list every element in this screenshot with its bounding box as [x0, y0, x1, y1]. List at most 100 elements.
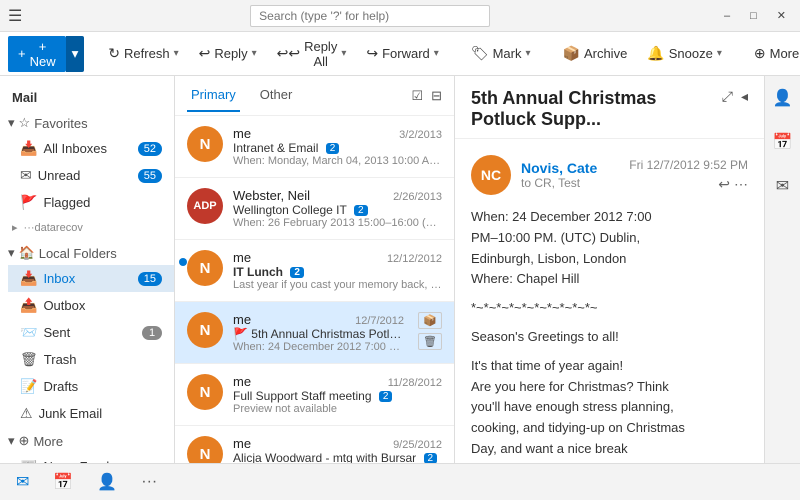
sidebar-item-drafts[interactable]: 📝 Drafts	[8, 373, 174, 400]
reply-quick-icon[interactable]: ↩	[718, 176, 730, 193]
sidebar-item-trash[interactable]: 🗑 Trash	[8, 346, 174, 373]
more-quick-icon[interactable]: ⋯	[734, 176, 748, 193]
sidebar-item-unread[interactable]: ✉ Unread 55	[8, 162, 174, 189]
snooze-button[interactable]: 🔔 Snooze ▾	[639, 36, 730, 72]
mark-button[interactable]: 🏷 Mark ▾	[463, 36, 539, 72]
reply-all-button[interactable]: ↩↩ Reply All ▾	[269, 36, 355, 72]
email-content: me 11/28/2012 Full Support Staff meeting…	[233, 374, 442, 415]
popout-icon[interactable]: ⤢	[722, 88, 733, 105]
sender-avatar: NC	[471, 155, 511, 195]
chevron-right-icon: ▸	[12, 221, 18, 234]
nav-people-icon[interactable]: 👤	[89, 468, 125, 496]
email-content: me 12/12/2012 IT Lunch 2 Last year if yo…	[233, 250, 442, 291]
select-all-icon[interactable]: ☑	[411, 88, 423, 104]
email-delete-button[interactable]: 🗑	[418, 333, 442, 350]
email-item[interactable]: N me 12/12/2012 IT Lunch 2 Last year if …	[175, 240, 454, 302]
title-bar: ☰ – □ ✕	[0, 0, 800, 32]
email-content: me 12/7/2012 🚩 5th Annual Christmas Potl…	[233, 312, 404, 353]
archive-button[interactable]: 📦 Archive	[555, 36, 636, 72]
main-layout: Mail ▾ ☆ Favorites 📥 All Inboxes 52 ✉ Un…	[0, 76, 800, 463]
email-count-badge: 2	[379, 391, 393, 402]
chevron-down-icon: ▾	[8, 245, 15, 261]
all-inboxes-label: All Inboxes	[43, 141, 107, 156]
hamburger-icon[interactable]: ☰	[8, 6, 22, 26]
email-quick-actions: ↩ ⋯	[718, 176, 748, 193]
trash-label: Trash	[44, 352, 77, 367]
sidebar-item-flagged[interactable]: 🚩 Flagged	[8, 189, 174, 216]
calendar-sidebar-icon[interactable]: 📅	[769, 128, 797, 156]
email-date: 11/28/2012	[388, 377, 442, 389]
inbox-badge: 15	[138, 272, 162, 286]
sidebar-item-junk[interactable]: ⚠ Junk Email	[8, 400, 174, 427]
email-top: me 9/25/2012	[233, 436, 442, 451]
email-item[interactable]: N me 9/25/2012 Alicja Woodward - mtg wit…	[175, 426, 454, 463]
nav-mail-icon[interactable]: ✉	[8, 468, 37, 496]
reply-button[interactable]: ↩ Reply ▾	[191, 36, 265, 72]
body-line: *~*~*~*~*~*~*~*~*~*~	[471, 298, 748, 319]
close-button[interactable]: ✕	[771, 9, 792, 22]
email-body: When: 24 December 2012 7:00PM–10:00 PM. …	[471, 207, 748, 463]
email-content: me 3/2/2013 Intranet & Email 2 When: Mon…	[233, 126, 442, 167]
mail-title: Mail	[0, 84, 174, 109]
new-button[interactable]: + + New	[8, 36, 66, 72]
favorites-label: Favorites	[34, 116, 87, 131]
sidebar-item-newsfeed[interactable]: 📰 News Feed	[8, 453, 174, 463]
nav-calendar-icon[interactable]: 📅	[45, 468, 81, 496]
filter-icon[interactable]: ⊟	[431, 88, 442, 104]
refresh-label: Refresh	[124, 46, 170, 61]
tasks-sidebar-icon[interactable]: ✉	[772, 172, 793, 200]
new-dropdown-button[interactable]: ▾	[66, 36, 85, 72]
tab-primary[interactable]: Primary	[187, 79, 240, 112]
email-item[interactable]: N me 12/7/2012 🚩 5th Annual Christmas Po…	[175, 302, 454, 364]
forward-button[interactable]: ↪ Forward ▾	[358, 36, 446, 72]
sidebar-item-inbox[interactable]: 📥 Inbox 15	[8, 265, 174, 292]
sent-icon: 📨	[20, 324, 37, 341]
email-sender: me	[233, 312, 251, 327]
local-folders-group[interactable]: ▾ 🏠 Local Folders	[0, 239, 174, 265]
sidebar-item-outbox[interactable]: 📤 Outbox	[8, 292, 174, 319]
collapse-icon[interactable]: ◂	[741, 88, 748, 105]
refresh-chevron-icon: ▾	[174, 48, 179, 59]
trash-icon: 🗑	[20, 351, 38, 368]
snooze-label: Snooze	[669, 46, 713, 61]
email-top: me 3/2/2013	[233, 126, 442, 141]
nav-more-icon[interactable]: ···	[133, 469, 165, 495]
refresh-button[interactable]: ↻ Refresh ▾	[100, 36, 186, 72]
email-item[interactable]: N me 11/28/2012 Full Support Staff meeti…	[175, 364, 454, 426]
sidebar-item-all-inboxes[interactable]: 📥 All Inboxes 52	[8, 135, 174, 162]
mark-label: Mark	[493, 46, 522, 61]
more-folders-label: More	[33, 434, 63, 449]
more-group[interactable]: ▾ ⊕ More	[0, 427, 174, 453]
tab-other[interactable]: Other	[256, 79, 297, 112]
email-sender: Webster, Neil	[233, 188, 310, 203]
favorites-group[interactable]: ▾ ☆ Favorites	[0, 109, 174, 135]
folder-icon: 🏠	[19, 245, 35, 261]
mark-chevron-icon: ▾	[525, 48, 530, 59]
snooze-icon: 🔔	[647, 45, 664, 62]
email-subject: IT Lunch 2	[233, 265, 442, 279]
sender-name[interactable]: Novis, Cate	[521, 160, 619, 176]
unread-dot	[179, 258, 187, 266]
email-sender: me	[233, 374, 251, 389]
search-input[interactable]	[250, 5, 490, 27]
email-item[interactable]: N me 3/2/2013 Intranet & Email 2 When: M…	[175, 116, 454, 178]
email-item[interactable]: ADP Webster, Neil 2/26/2013 Wellington C…	[175, 178, 454, 240]
sidebar-item-sent[interactable]: 📨 Sent 1	[8, 319, 174, 346]
toolbar: + + New ▾ ↻ Refresh ▾ ↩ Reply ▾ ↩↩ Reply…	[0, 32, 800, 76]
reply-label: Reply	[214, 46, 247, 61]
forward-chevron-icon: ▾	[434, 48, 439, 59]
outbox-icon: 📤	[20, 297, 37, 314]
more-button[interactable]: ⊕ More ▾	[746, 36, 800, 72]
drafts-icon: 📝	[20, 378, 37, 395]
minimize-button[interactable]: –	[718, 10, 736, 22]
new-label: + New	[30, 39, 56, 69]
window-controls: – □ ✕	[718, 9, 792, 22]
email-archive-button[interactable]: 📦	[418, 312, 442, 329]
reading-pane: 5th Annual Christmas Potluck Supp... ⤢ ◂…	[455, 76, 764, 463]
people-sidebar-icon[interactable]: 👤	[769, 84, 797, 112]
inbox-label: Inbox	[43, 271, 75, 286]
sidebar-item-datarecov[interactable]: ▸ ···datarecov	[0, 216, 174, 239]
maximize-button[interactable]: □	[744, 10, 763, 22]
email-list-header: Primary Other ☑ ⊟	[175, 76, 454, 116]
reply-icon: ↩	[199, 45, 211, 62]
